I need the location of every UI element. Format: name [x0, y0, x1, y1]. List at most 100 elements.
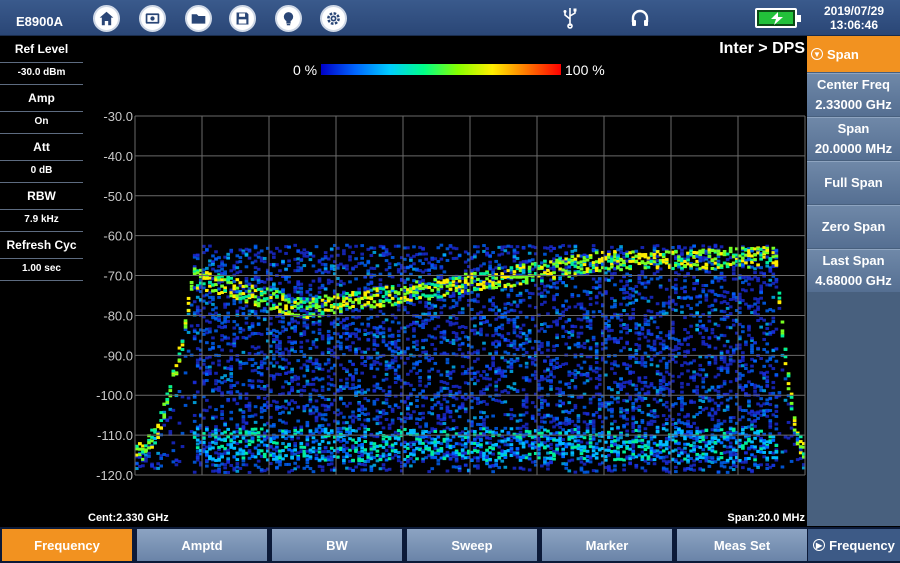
density-cell	[226, 311, 231, 315]
density-cell	[390, 456, 395, 460]
density-cell	[527, 468, 532, 472]
density-cell	[329, 366, 334, 370]
density-cell	[284, 327, 288, 331]
density-cell	[241, 383, 246, 387]
density-cell	[195, 331, 200, 335]
density-cell	[506, 431, 511, 435]
density-cell	[619, 349, 623, 353]
density-cell	[485, 415, 489, 419]
home-button[interactable]	[93, 5, 120, 32]
density-cell	[479, 333, 483, 337]
density-cell	[314, 399, 319, 403]
density-cell	[482, 418, 486, 422]
density-cell	[250, 322, 255, 326]
density-cell	[448, 438, 453, 442]
density-cell	[482, 347, 486, 351]
density-cell	[549, 387, 553, 391]
density-cell	[442, 336, 447, 340]
density-cell	[439, 389, 444, 393]
save-button[interactable]	[229, 5, 256, 32]
density-cell	[403, 427, 407, 431]
density-cell	[299, 340, 304, 344]
density-cell	[610, 388, 614, 392]
screenshot-button[interactable]	[139, 5, 166, 32]
density-cell	[314, 345, 319, 349]
refresh-cycle-param[interactable]: Refresh Cyc 1.00 sec	[0, 232, 83, 281]
att-param[interactable]: Att 0 dB	[0, 134, 83, 183]
density-cell	[281, 385, 285, 389]
density-cell	[329, 254, 334, 258]
density-cell	[205, 450, 209, 454]
density-cell	[247, 470, 252, 474]
density-cell	[448, 411, 453, 415]
density-cell	[381, 304, 386, 308]
density-cell	[192, 413, 197, 417]
help-button[interactable]	[275, 5, 302, 32]
density-cell	[594, 344, 599, 348]
density-cell	[384, 377, 389, 381]
density-cell	[329, 402, 334, 406]
density-cell	[272, 364, 276, 368]
density-cell	[372, 402, 377, 406]
amp-param[interactable]: Amp On	[0, 85, 83, 134]
density-cell	[320, 439, 325, 443]
density-cell	[564, 251, 569, 255]
density-cell	[412, 245, 416, 249]
density-cell	[323, 303, 328, 307]
density-cell	[275, 294, 279, 298]
density-cell	[345, 327, 349, 331]
density-cell	[463, 463, 468, 467]
density-cell	[232, 332, 237, 336]
density-cell	[485, 448, 489, 452]
density-cell	[582, 346, 587, 350]
density-cell	[561, 281, 566, 285]
density-cell	[509, 366, 514, 370]
density-cell	[597, 374, 602, 378]
dps-graph[interactable]: -30.0-40.0-50.0-60.0-70.0-80.0-90.0-100.…	[83, 110, 807, 510]
density-cell	[323, 418, 328, 422]
density-cell	[607, 319, 611, 323]
density-cell	[226, 319, 231, 323]
density-cell	[192, 335, 197, 339]
density-cell	[311, 446, 316, 450]
screenshot-icon	[145, 13, 160, 24]
density-cell	[549, 384, 553, 388]
density-cell	[375, 398, 380, 402]
density-cell	[351, 458, 355, 462]
density-cell	[205, 464, 209, 468]
density-cell	[369, 315, 374, 319]
density-cell	[604, 360, 608, 364]
density-cell	[205, 427, 209, 431]
density-cell	[549, 460, 553, 464]
density-cell	[582, 307, 587, 311]
density-cell	[473, 382, 477, 386]
density-cell	[549, 380, 553, 384]
density-cell	[591, 335, 596, 339]
density-cell	[226, 451, 231, 455]
density-cell	[451, 419, 456, 423]
density-cell	[549, 446, 553, 450]
density-cell	[494, 351, 499, 355]
settings-button[interactable]	[320, 5, 347, 32]
density-cell	[482, 305, 486, 309]
density-cell	[250, 440, 255, 444]
density-cell	[524, 278, 529, 282]
density-cell	[573, 285, 578, 289]
ref-level-param[interactable]: Ref Level -30.0 dBm	[0, 36, 83, 85]
density-cell	[409, 369, 413, 373]
density-cell	[150, 445, 154, 449]
rbw-param[interactable]: RBW 7.9 kHz	[0, 183, 83, 232]
density-cell	[311, 343, 316, 347]
density-cell	[473, 416, 477, 420]
density-cell	[549, 370, 553, 374]
density-cell	[585, 310, 590, 314]
density-cell	[412, 366, 416, 370]
density-cell	[442, 397, 447, 401]
density-cell	[515, 256, 520, 260]
density-cell	[320, 351, 325, 355]
density-cell	[506, 321, 511, 325]
folder-button[interactable]	[185, 5, 212, 32]
density-cell	[317, 364, 322, 368]
density-cell	[616, 453, 620, 457]
density-cell	[305, 326, 310, 330]
